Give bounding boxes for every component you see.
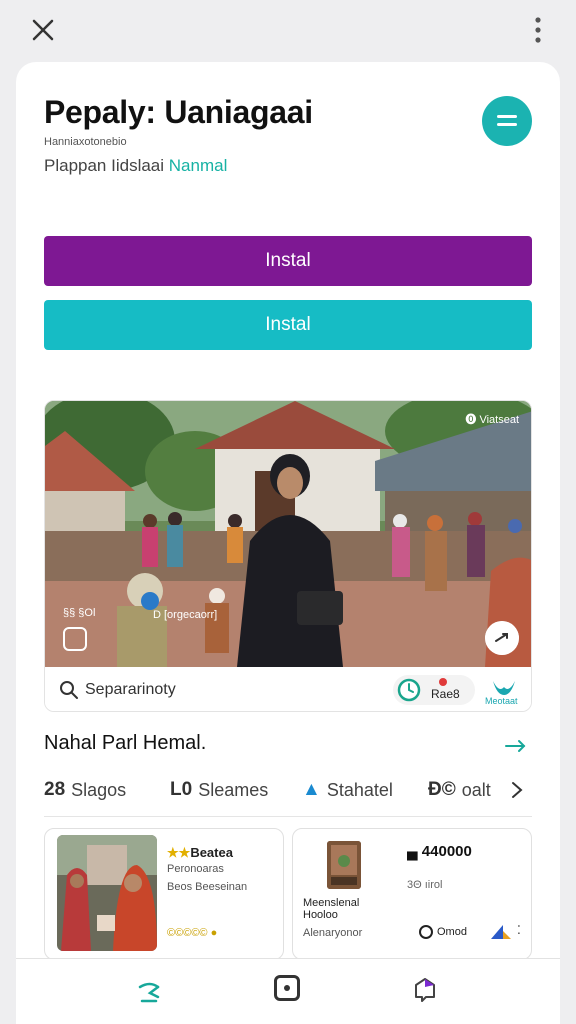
filter-stahatel[interactable]: ▲ Stahatel	[302, 776, 393, 804]
nav-notifications-icon[interactable]	[412, 975, 438, 1003]
menu-icon	[497, 115, 517, 118]
product-thumbnail	[327, 841, 361, 889]
filter-row: 28 Slagos L0 Sleames ▲ Stahatel Đ© oalt	[44, 776, 532, 804]
filter-icon: 28	[44, 779, 66, 800]
menu-button[interactable]	[482, 96, 532, 146]
next-arrow-icon[interactable]	[485, 621, 519, 655]
filter-slagos[interactable]: 28 Slagos	[44, 776, 126, 804]
cta-label: Omod	[437, 926, 467, 938]
search-icon[interactable]	[59, 680, 79, 700]
hero-panel: ⓿ Viatseat §§ §Ol D [orgecaorr] Separari…	[44, 400, 532, 712]
menu-icon-bar	[497, 123, 517, 126]
subtitle-prefix: Plappan Iidslaai	[44, 156, 169, 175]
hero-search-bar: Separarinoty Rae8 Meotaat	[45, 667, 531, 711]
filter-icon: Đ©	[428, 779, 456, 800]
brand-label: Meotaat	[485, 696, 518, 706]
install-button-secondary[interactable]: Instal	[44, 300, 532, 350]
product-subtitle: 3Θ ıirol	[407, 879, 443, 891]
more-options-icon[interactable]	[532, 16, 544, 44]
product-card[interactable]: ▄ 440000 3Θ ıirol Meenslenal Hooloo Alen…	[292, 828, 532, 960]
install-button-primary[interactable]: Instal	[44, 236, 532, 286]
hero-photo[interactable]	[45, 401, 532, 667]
product-title: ★★Beatea	[167, 845, 233, 861]
product-name: Meenslenal Hooloo	[303, 897, 360, 921]
section-title: Nahal Parl Hemal.	[44, 732, 207, 754]
hero-caption-mid: D [orgecaorr]	[153, 609, 218, 621]
share-icon[interactable]	[489, 923, 513, 941]
product-name: Beatea	[190, 845, 233, 860]
pill-label: Rae8	[431, 687, 460, 701]
filter-label: Slagos	[71, 779, 127, 800]
app-subtitle: Plappan Iidslaai Nanmal	[44, 156, 227, 176]
filter-oalt[interactable]: Đ© oalt	[428, 776, 491, 804]
more-icon[interactable]: ⁚	[517, 923, 521, 937]
product-rating: ©©©©© ●	[167, 927, 218, 939]
rating-stars: ★★	[167, 845, 191, 860]
search-input[interactable]: Separarinoty	[85, 681, 176, 699]
clock-icon	[397, 678, 421, 702]
app-small-caption: Hanniaxotonebio	[44, 136, 127, 148]
nav-home-icon[interactable]	[136, 977, 164, 1005]
status-pill[interactable]: Rae8	[393, 675, 475, 705]
product-cta[interactable]: Omod	[419, 925, 467, 939]
product-thumbnail	[57, 835, 157, 951]
bottom-nav	[16, 958, 560, 1024]
product-price: ▄ 440000	[407, 843, 472, 860]
nav-apps-dot	[284, 985, 290, 991]
app-title: Pepaly: Uaniagaai	[44, 94, 313, 130]
notification-dot	[439, 678, 447, 686]
product-subtitle: Peronoaras	[167, 863, 224, 875]
sparkle-icon[interactable]	[63, 627, 87, 651]
filter-label: Stahatel	[326, 779, 393, 800]
chevron-right-icon[interactable]	[510, 780, 524, 800]
filter-label: Sleames	[198, 779, 269, 800]
top-bar	[0, 0, 576, 60]
filter-icon: L0	[170, 779, 193, 800]
product-detail: Beos Beeseinan	[167, 881, 248, 893]
hero-tag: ⓿ Viatseat	[465, 414, 519, 426]
hero-caption-left: §§ §Ol	[63, 607, 96, 619]
filter-label: oalt	[461, 779, 491, 800]
subtitle-accent: Nanmal	[168, 156, 228, 175]
circle-icon	[419, 925, 433, 939]
product-card[interactable]: ★★Beatea Peronoaras Beos Beeseinan ©©©©©…	[44, 828, 284, 960]
filter-sleames[interactable]: L0 Sleames	[170, 776, 268, 804]
nav-apps-icon[interactable]	[274, 975, 300, 1001]
app-detail-card: Pepaly: Uaniagaai Hanniaxotonebio Plappa…	[16, 62, 560, 1024]
arrow-right-icon[interactable]	[504, 738, 528, 754]
divider	[44, 816, 532, 817]
product-detail: Alenaryonor	[303, 927, 363, 939]
close-icon[interactable]	[28, 15, 58, 45]
bookmark-icon: ▲	[302, 779, 321, 800]
